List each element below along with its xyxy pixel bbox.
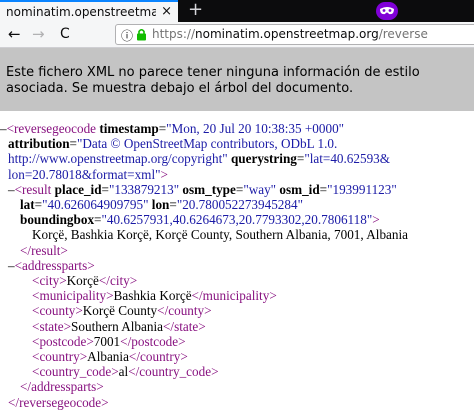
xml-tag-name: municipality xyxy=(202,288,270,304)
xml-text-node: Albania xyxy=(87,349,129,364)
tab-title: nominatim.openstreetmap.org/revers xyxy=(6,5,156,19)
xml-line-latlon: lat="40.626064909795" lon="20.7800522739… xyxy=(20,197,303,212)
xml-attr-name: boundingbox xyxy=(20,212,95,228)
xml-line-result-close: </result> xyxy=(20,242,68,258)
close-tab-icon[interactable]: × xyxy=(161,4,172,19)
xml-tag-name: county xyxy=(168,303,205,319)
xml-line-addressparts-close: </addressparts> xyxy=(20,379,104,395)
xml-attr-value: "Data © OpenStreetMap contributors, ODbL… xyxy=(76,136,338,152)
xml-line-result-text: Korçë, Bashkia Korçë, Korçë County, Sout… xyxy=(32,227,408,242)
collapse-toggle[interactable]: – xyxy=(8,182,15,197)
xml-line-postcode: <postcode>7001</postcode> xyxy=(32,333,186,349)
xml-line-municipality: <municipality>Bashkia Korçë</municipalit… xyxy=(32,288,277,304)
url-path: /reverse xyxy=(378,27,428,41)
url-bar[interactable]: ⓘ https://nominatim.openstreetmap.org/re… xyxy=(115,24,474,45)
lock-icon[interactable] xyxy=(136,28,147,41)
banner-message: Este fichero XML no parece tener ninguna… xyxy=(6,65,420,96)
xml-line-country: <country>Albania</country> xyxy=(32,349,188,364)
info-icon[interactable]: ⓘ xyxy=(121,27,133,44)
xml-attr-value: lon=20.78018&format=xml" xyxy=(8,166,161,182)
xml-text-node: Southern Albania xyxy=(71,318,163,334)
xml-attr-value: "Mon, 20 Jul 20 10:38:35 +0000" xyxy=(166,121,345,136)
xml-tag-name: state xyxy=(174,318,199,334)
xml-line-attribution: attribution="Data © OpenStreetMap contri… xyxy=(8,136,338,152)
collapse-toggle[interactable]: – xyxy=(0,121,7,136)
url-text[interactable]: https://nominatim.openstreetmap.org/reve… xyxy=(152,27,428,41)
xml-tag-name: result xyxy=(31,242,61,258)
xml-tag-name: country xyxy=(140,349,181,364)
new-tab-icon[interactable]: + xyxy=(188,0,203,20)
url-host: nominatim.openstreetmap.org xyxy=(195,27,379,41)
forward-icon[interactable]: → xyxy=(32,26,45,42)
xml-line-addressparts-open: –<addressparts> xyxy=(8,257,95,273)
back-icon[interactable]: ← xyxy=(8,26,21,42)
xml-line-city: <city>Korçë</city> xyxy=(32,273,138,288)
tab-bar: nominatim.openstreetmap.org/revers × + xyxy=(0,0,474,22)
xml-text-node: Korçë xyxy=(66,273,99,288)
xml-info-banner: Este fichero XML no parece tener ninguna… xyxy=(0,48,474,111)
xml-attr-name: place_id xyxy=(54,181,102,197)
xml-attr-value: "lat=40.62593& xyxy=(304,151,391,167)
xml-line-root-close: </reversegeocode> xyxy=(8,394,109,410)
private-browsing-icon xyxy=(376,2,398,20)
xml-attr-name: osm_id xyxy=(279,181,320,197)
xml-line-county: <county>Korçë County</county> xyxy=(32,303,212,319)
xml-tag-name: state xyxy=(39,318,64,334)
xml-attr-name: lat xyxy=(20,197,35,212)
xml-attr-name: osm_type xyxy=(182,181,236,197)
collapse-toggle[interactable]: – xyxy=(8,258,15,273)
xml-tag-name: county xyxy=(39,303,76,319)
xml-line-attribution-cont: http://www.openstreetmap.org/copyright" … xyxy=(8,151,391,167)
xml-text-node: Korçë County xyxy=(82,303,158,319)
reload-icon[interactable]: C xyxy=(60,26,70,42)
xml-attr-value: "20.780052273945284" xyxy=(176,197,303,212)
xml-attr-name: querystring xyxy=(230,151,297,167)
xml-attr-name: lon xyxy=(151,197,170,212)
xml-line-boundingbox: boundingbox="40.6257931,40.6264673,20.77… xyxy=(20,212,380,228)
xml-attr-value: "133879213" xyxy=(108,181,180,197)
xml-attr-value: "40.6257931,40.6264673,20.7793302,20.780… xyxy=(101,212,373,228)
xml-tag-name: result xyxy=(22,181,52,197)
xml-tag-name: city xyxy=(109,273,130,288)
xml-attr-value: http://www.openstreetmap.org/copyright" xyxy=(8,151,228,167)
xml-tag-name: country_code xyxy=(139,364,212,380)
xml-tag-name: municipality xyxy=(39,288,107,304)
url-scheme: https:// xyxy=(152,27,196,41)
xml-line-root-open: –<reversegeocode timestamp="Mon, 20 Jul … xyxy=(0,121,345,136)
navigation-bar: ← → C ⓘ https://nominatim.openstreetmap.… xyxy=(0,22,474,48)
xml-attr-value: "40.626064909795" xyxy=(42,197,149,212)
xml-tag-name: reversegeocode xyxy=(14,121,97,136)
xml-tag-name: postcode xyxy=(131,333,179,349)
xml-tag-name: city xyxy=(39,273,60,288)
xml-tag-name: postcode xyxy=(39,333,87,349)
xml-line-country-code: <country_code>al</country_code> xyxy=(32,364,219,380)
xml-line-querystring-cont: lon=20.78018&format=xml"> xyxy=(8,166,168,182)
xml-text-node: al xyxy=(118,364,129,380)
xml-tag-name: reversegeocode xyxy=(19,394,102,410)
xml-text-node: Korçë, Bashkia Korçë, Korçë County, Sout… xyxy=(32,227,408,243)
xml-attr-value: "way" xyxy=(243,181,277,197)
xml-text-node: 7001 xyxy=(93,333,121,349)
xml-attr-name: timestamp xyxy=(99,121,159,136)
xml-tag-name: country_code xyxy=(39,364,112,380)
xml-attr-name: attribution xyxy=(8,136,70,152)
xml-tag-name: country xyxy=(39,349,80,364)
xml-line-result-open: –<result place_id="133879213" osm_type="… xyxy=(8,181,397,197)
xml-attr-value: "193991123" xyxy=(327,181,397,197)
tab-active[interactable]: nominatim.openstreetmap.org/revers × xyxy=(0,0,178,22)
xml-text-node: Bashkia Korçë xyxy=(113,288,192,304)
xml-tag-name: addressparts xyxy=(22,257,88,273)
xml-tag-name: addressparts xyxy=(31,379,97,395)
xml-line-state: <state>Southern Albania</state> xyxy=(32,318,206,334)
